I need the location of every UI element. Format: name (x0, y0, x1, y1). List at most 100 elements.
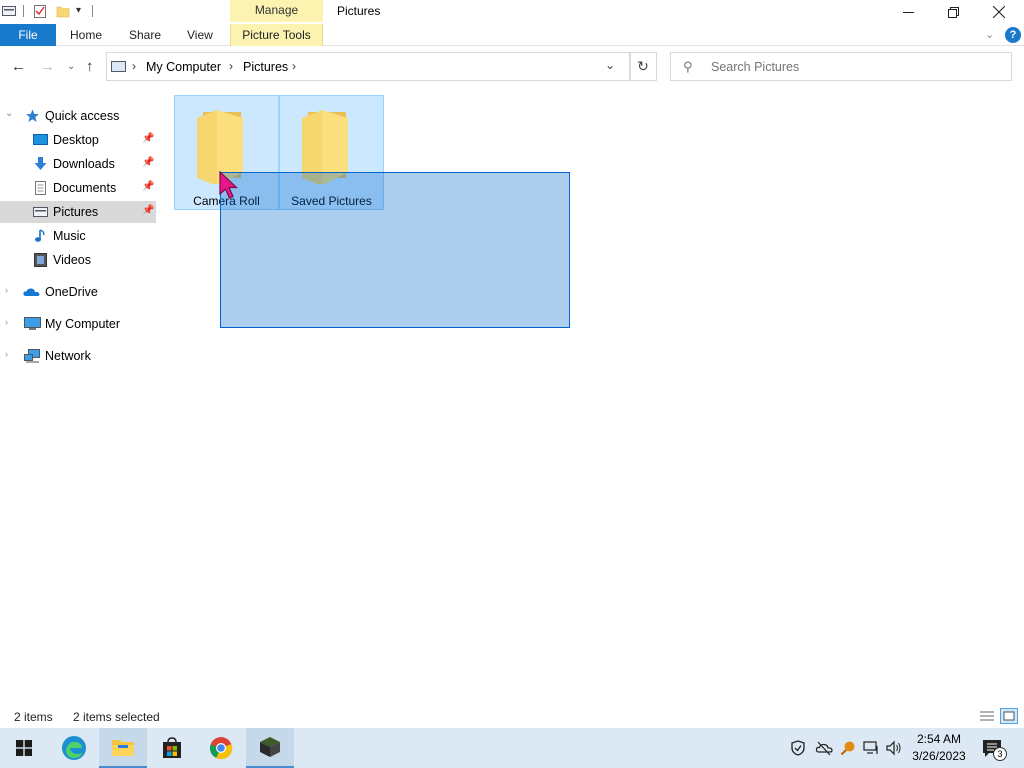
breadcrumb-pictures[interactable]: Pictures (243, 60, 288, 74)
chevron-right-icon[interactable]: › (292, 59, 296, 73)
sidebar-item-label: Videos (53, 253, 91, 267)
details-view-icon[interactable] (978, 708, 996, 724)
search-input[interactable] (711, 59, 1001, 75)
recent-locations-icon[interactable]: ⌄ (67, 61, 75, 72)
notification-count-badge: 3 (993, 747, 1007, 761)
store-icon (163, 737, 181, 758)
file-list[interactable]: Camera Roll Saved Pictures (160, 86, 1024, 706)
downloads-icon (34, 157, 47, 170)
customize-quick-access-icon[interactable]: ▾ (76, 5, 81, 16)
close-icon (993, 6, 1005, 18)
sidebar-item-onedrive[interactable]: › OneDrive (0, 281, 156, 303)
tab-file[interactable]: File (0, 24, 56, 46)
expand-ribbon-icon[interactable]: ⌄ (985, 28, 994, 41)
refresh-icon: ↻ (637, 58, 649, 74)
sidebar-item-label: Music (53, 229, 86, 243)
back-arrow-icon[interactable]: ← (11, 58, 26, 75)
restore-button[interactable] (930, 0, 976, 24)
music-icon (35, 229, 45, 242)
taskbar-minecraft[interactable] (246, 728, 294, 768)
taskbar: 2:54 AM 3/26/2023 3 (0, 728, 1024, 768)
volume-icon[interactable] (886, 740, 902, 756)
minimize-button[interactable] (885, 0, 931, 24)
network-tray-icon[interactable] (863, 740, 879, 756)
pin-icon[interactable]: 📌 (142, 181, 154, 192)
refresh-button[interactable]: ↻ (629, 52, 657, 81)
start-button[interactable] (0, 728, 48, 768)
pictures-icon (33, 207, 48, 217)
chevron-right-icon[interactable]: › (132, 59, 136, 73)
tab-share[interactable]: Share (129, 24, 161, 46)
onedrive-icon (23, 288, 40, 296)
mouse-cursor-icon (219, 170, 239, 199)
sidebar-item-label: Quick access (45, 109, 120, 123)
chrome-icon (209, 737, 233, 760)
sidebar-item-label: OneDrive (45, 285, 98, 299)
item-count: 2 items (14, 710, 53, 724)
address-dropdown-icon[interactable]: ⌄ (605, 58, 615, 72)
sidebar-item-videos[interactable]: Videos (0, 249, 156, 271)
file-explorer-icon (112, 740, 134, 756)
manage-contextual-tab[interactable]: Manage (230, 0, 323, 22)
search-tray-icon[interactable] (840, 740, 856, 756)
drag-selection-rectangle (220, 172, 570, 328)
separator (92, 5, 93, 17)
taskbar-chrome[interactable] (197, 728, 245, 768)
pictures-window-icon (2, 6, 16, 16)
pin-icon[interactable]: 📌 (142, 157, 154, 168)
status-bar: 2 items 2 items selected (0, 706, 1024, 728)
pin-icon[interactable]: 📌 (142, 205, 154, 216)
sidebar-item-label: Desktop (53, 133, 99, 147)
onedrive-offline-icon[interactable] (815, 740, 833, 756)
computer-icon (24, 317, 41, 330)
clock-time[interactable]: 2:54 AM (910, 732, 968, 746)
window-title: Pictures (337, 4, 381, 18)
close-button[interactable] (976, 0, 1022, 24)
tab-picture-tools[interactable]: Picture Tools (230, 24, 323, 46)
new-folder-icon[interactable] (56, 4, 70, 18)
taskbar-edge[interactable] (50, 728, 98, 768)
forward-arrow-icon[interactable]: → (40, 58, 55, 75)
selected-count: 2 items selected (73, 710, 160, 724)
sidebar-item-label: Downloads (53, 157, 115, 171)
chevron-right-icon[interactable]: › (5, 317, 8, 327)
navigation-pane: ⌄ Quick access Desktop 📌 Downloads 📌 Doc… (0, 96, 160, 696)
sidebar-item-documents[interactable]: Documents 📌 (0, 177, 156, 199)
taskbar-store[interactable] (148, 728, 196, 768)
start-icon (16, 740, 32, 756)
separator (23, 5, 24, 17)
chevron-down-icon[interactable]: ⌄ (5, 108, 13, 119)
videos-icon (34, 253, 47, 267)
sidebar-item-desktop[interactable]: Desktop 📌 (0, 129, 156, 151)
desktop-icon (33, 134, 48, 145)
sidebar-item-label: Pictures (53, 205, 99, 219)
minecraft-icon (260, 737, 280, 757)
chevron-right-icon[interactable]: › (5, 285, 8, 295)
ribbon-tabs: File Home Share View Picture Tools ⌄ ? (0, 24, 1024, 46)
sidebar-item-downloads[interactable]: Downloads 📌 (0, 153, 156, 175)
taskbar-file-explorer[interactable] (99, 728, 147, 768)
properties-icon[interactable] (33, 4, 47, 18)
sidebar-item-music[interactable]: Music (0, 225, 156, 247)
help-icon[interactable]: ? (1005, 27, 1021, 43)
security-icon[interactable] (790, 740, 806, 756)
chevron-right-icon[interactable]: › (5, 349, 8, 359)
tab-view[interactable]: View (187, 24, 213, 46)
sidebar-item-quick-access[interactable]: ⌄ Quick access (0, 105, 156, 127)
chevron-right-icon[interactable]: › (229, 59, 233, 73)
sidebar-item-my-computer[interactable]: › My Computer (0, 313, 156, 335)
clock-date[interactable]: 3/26/2023 (908, 749, 970, 763)
large-icons-view-icon[interactable] (1000, 708, 1018, 724)
sidebar-item-network[interactable]: › Network (0, 345, 156, 367)
sidebar-item-pictures[interactable]: Pictures 📌 (0, 201, 156, 223)
sidebar-item-label: My Computer (45, 317, 121, 331)
up-arrow-icon[interactable]: ↑ (86, 58, 94, 75)
tab-home[interactable]: Home (70, 24, 102, 46)
network-icon (24, 349, 40, 363)
breadcrumb-my-computer[interactable]: My Computer (146, 60, 221, 74)
search-box[interactable]: ⚲ (670, 52, 1012, 81)
restore-icon (947, 6, 959, 18)
address-bar[interactable]: › My Computer › Pictures › ⌄ (106, 52, 631, 81)
pin-icon[interactable]: 📌 (142, 133, 154, 144)
edge-icon (62, 736, 86, 760)
